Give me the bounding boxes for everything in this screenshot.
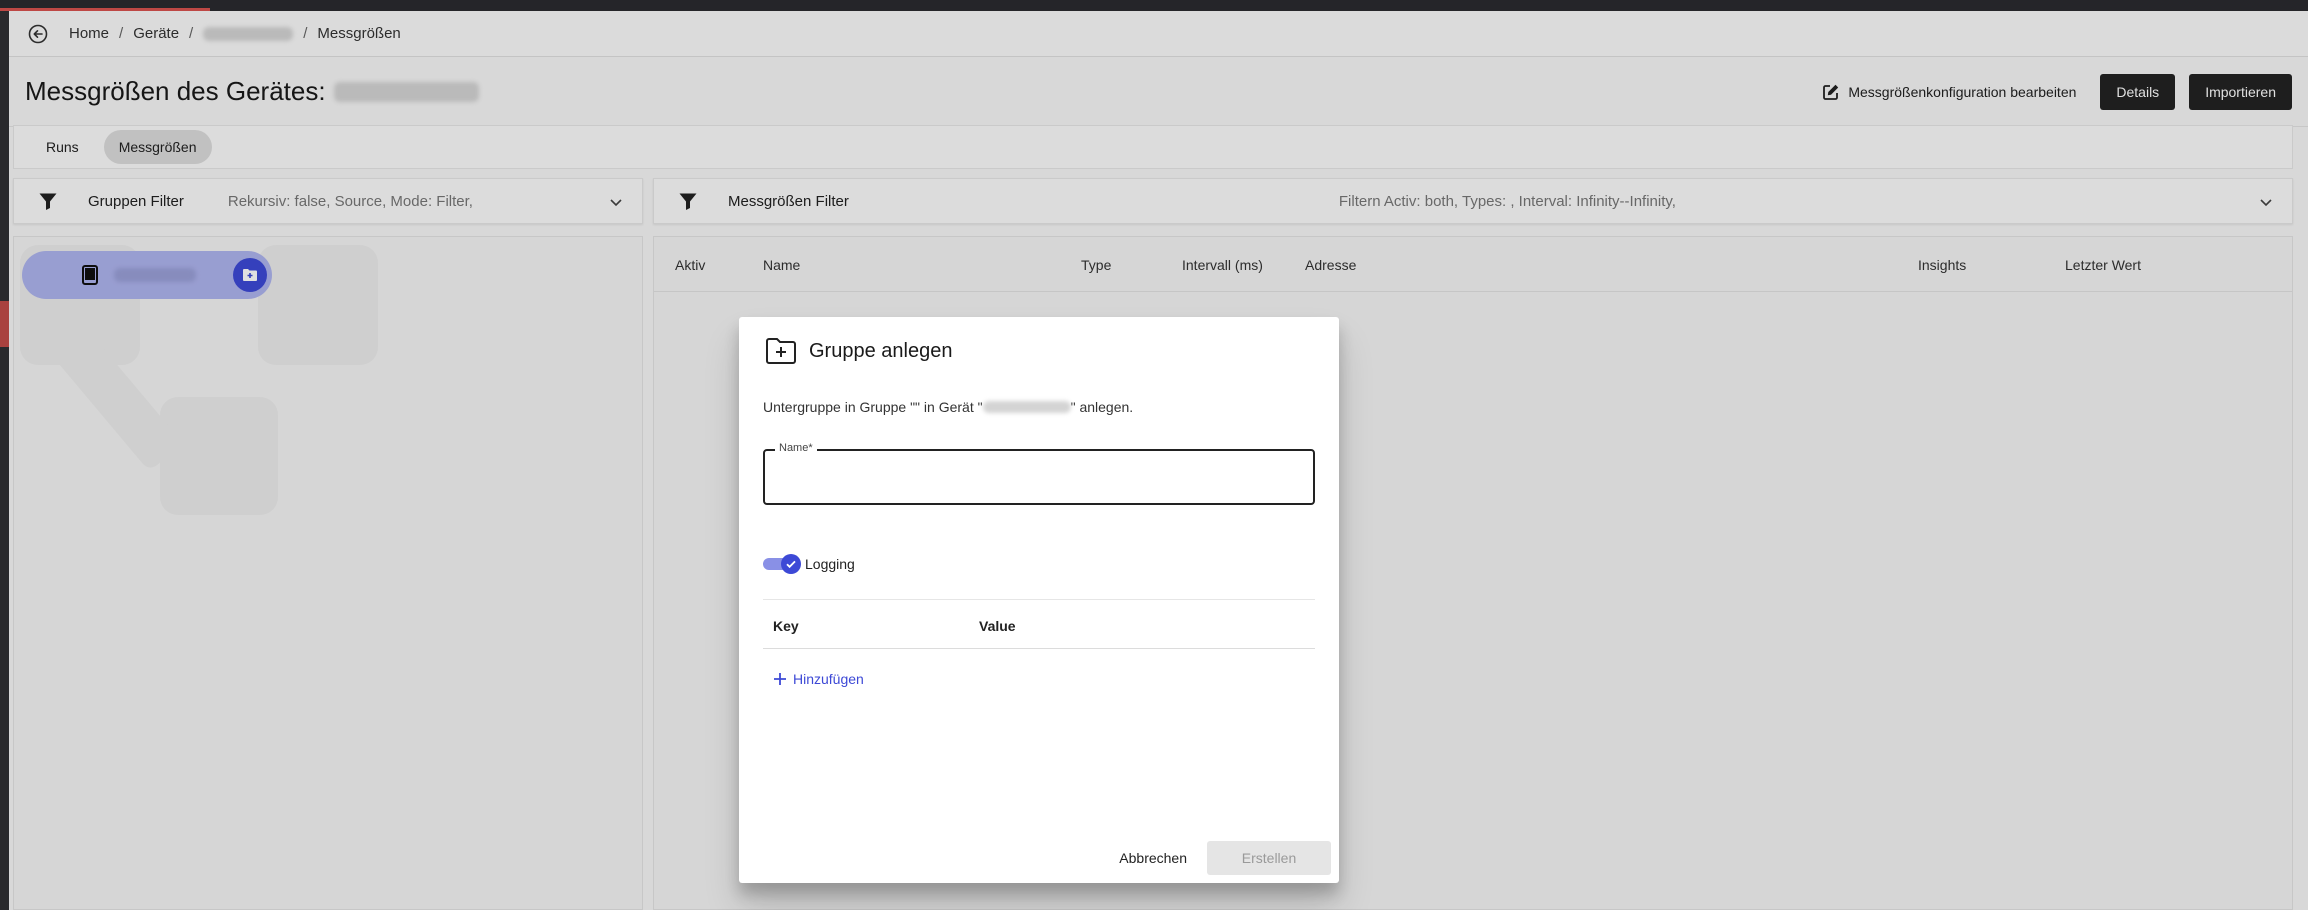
create-button[interactable]: Erstellen (1207, 841, 1331, 875)
name-field-label: Name* (775, 442, 817, 454)
add-entry-button[interactable]: Hinzufügen (773, 671, 1315, 687)
folder-plus-icon (766, 338, 796, 364)
device-name-redacted (982, 401, 1071, 413)
cancel-button[interactable]: Abbrechen (1113, 841, 1193, 875)
logging-label: Logging (805, 556, 855, 572)
dialog-description-suffix: " anlegen. (1070, 399, 1134, 415)
toggle-knob (781, 554, 801, 574)
value-column-header: Value (979, 618, 1016, 634)
name-input[interactable] (765, 451, 1313, 503)
logging-toggle-row: Logging (763, 554, 855, 574)
logging-toggle[interactable] (763, 554, 801, 574)
plus-icon (774, 673, 786, 685)
dialog-description-prefix: Untergruppe in Gruppe "" in Gerät " (763, 399, 983, 415)
dialog-actions: Abbrechen Erstellen (1113, 841, 1331, 875)
key-value-table: Key Value Hinzufügen (763, 599, 1315, 687)
key-column-header: Key (773, 618, 799, 634)
create-group-dialog: Gruppe anlegen Untergruppe in Gruppe "" … (739, 317, 1339, 883)
dialog-header: Gruppe anlegen (765, 337, 952, 365)
name-field: Name* (763, 442, 1315, 505)
dialog-description: Untergruppe in Gruppe "" in Gerät " " an… (763, 399, 1133, 415)
key-value-header: Key Value (763, 599, 1315, 649)
dialog-title: Gruppe anlegen (809, 339, 953, 362)
add-entry-label: Hinzufügen (793, 671, 864, 687)
check-icon (786, 560, 796, 569)
